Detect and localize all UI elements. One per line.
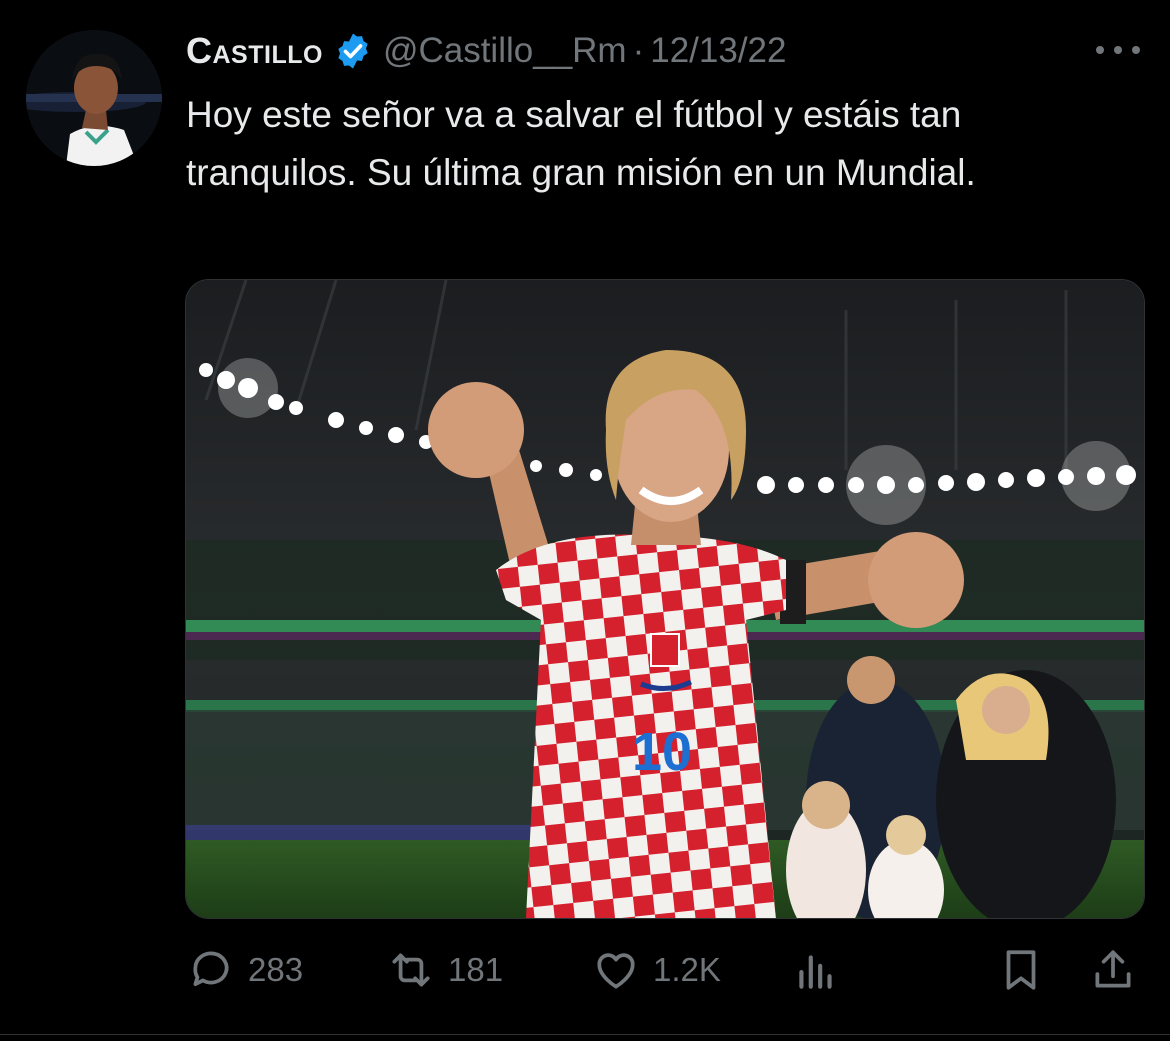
share-button[interactable] (1088, 940, 1138, 1000)
more-options-button[interactable] (1096, 36, 1140, 64)
reply-count: 283 (248, 951, 304, 988)
retweet-icon (392, 953, 430, 987)
like-button[interactable]: 1.2K (591, 940, 721, 1000)
reply-icon (193, 951, 229, 987)
tweet-photo[interactable]: 10 (185, 279, 1145, 919)
bookmark-button[interactable] (996, 940, 1046, 1000)
tweet-header: Castillo @Castillo__Rm · 12/13/22 (186, 26, 787, 76)
share-icon (1095, 950, 1131, 988)
bookmark-icon (1006, 950, 1036, 990)
like-count: 1.2K (653, 951, 721, 988)
separator-dot: · (632, 31, 645, 70)
views-button[interactable] (791, 940, 841, 1000)
like-icon (597, 953, 635, 989)
retweet-button[interactable]: 181 (386, 940, 503, 1000)
tweet-date[interactable]: 12/13/22 (650, 31, 786, 71)
retweet-count: 181 (448, 951, 504, 988)
reply-button[interactable]: 283 (186, 940, 303, 1000)
author-avatar[interactable] (26, 30, 162, 166)
views-icon (799, 955, 832, 989)
more-icon (1096, 46, 1104, 54)
avatar-image (26, 30, 162, 166)
photo-image: 10 (186, 280, 1144, 918)
verified-badge-icon (338, 33, 368, 69)
author-name[interactable]: Castillo (186, 30, 323, 72)
tweet-actions: 283 181 1.2K (186, 940, 1141, 1000)
jersey-number: 10 (632, 722, 692, 782)
tweet-text: Hoy este señor va a salvar el fútbol y e… (186, 94, 976, 193)
author-handle[interactable]: @Castillo__Rm (383, 31, 627, 71)
divider (0, 1034, 1170, 1035)
